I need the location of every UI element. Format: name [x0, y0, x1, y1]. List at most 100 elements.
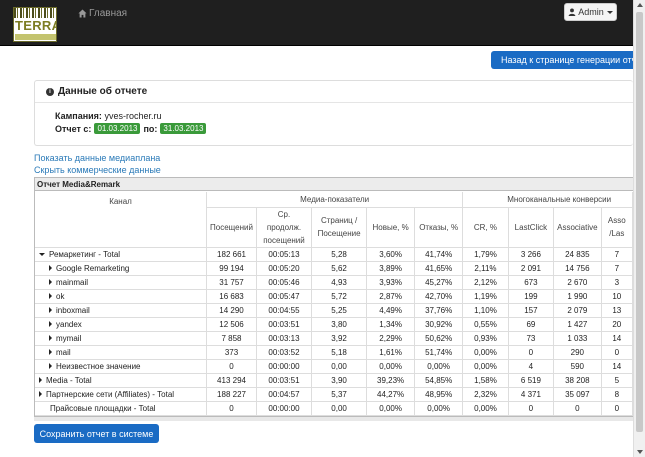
col-assoc-lastclick[interactable]: Asso /Las [601, 207, 633, 248]
table-row[interactable]: mymail 7 858 00:03:13 3,92 2,29% 50,62% 0,93% 7… [35, 331, 633, 346]
table-cell: 673 [508, 275, 555, 290]
table-cell: 14 [601, 359, 633, 374]
back-to-report-generation-button[interactable]: Назад к странице генерации отчета [491, 51, 633, 69]
col-new-percent[interactable]: Новые, % [366, 207, 416, 248]
vertical-scrollbar[interactable] [633, 0, 645, 457]
channel-cell[interactable]: yandex [35, 317, 208, 332]
date-from-badge: 01.03.2013 [94, 123, 141, 134]
channel-label: Неизвестное значение [56, 361, 141, 371]
table-cell: 0,93% [462, 331, 509, 346]
table-row[interactable]: inboxmail 14 290 00:04:55 5,25 4,49% 37,76% 1,… [35, 303, 633, 318]
scroll-thumb[interactable] [636, 12, 643, 432]
table-row[interactable]: Прайсовые площадки - Total 0 00:00:00 0,00 0… [35, 401, 633, 416]
expand-triangle-icon[interactable] [49, 279, 52, 286]
channel-label: Google Remarketing [56, 263, 130, 273]
terra-logo[interactable]: TERRA [13, 7, 57, 42]
channel-cell[interactable]: mymail [35, 331, 208, 346]
table-cell: 42,70% [414, 289, 464, 304]
save-report-button[interactable]: Сохранить отчет в системе [34, 424, 159, 443]
date-to-badge: 31.03.2013 [160, 123, 207, 134]
table-cell: 0,00% [414, 401, 464, 416]
table-cell: 4,93 [311, 275, 368, 290]
table-cell: 5,28 [311, 247, 368, 262]
table-row[interactable]: ok 16 683 00:05:47 5,72 2,87% 42,70% 1,19% 199 1… [35, 289, 633, 304]
col-bounce-percent[interactable]: Отказы, % [414, 207, 464, 248]
table-row[interactable]: Google Remarketing 99 194 00:05:20 5,62 3,89… [35, 261, 633, 276]
channel-cell[interactable]: Партнерские сети (Affiliates) - Total [35, 387, 208, 402]
expand-triangle-icon[interactable] [49, 349, 52, 356]
channel-cell[interactable]: Прайсовые площадки - Total [35, 401, 208, 416]
channel-label: mymail [56, 333, 82, 343]
table-cell: 1,58% [462, 373, 509, 388]
col-visits[interactable]: Посещений [206, 207, 257, 248]
table-cell: 2,11% [462, 261, 509, 276]
table-row[interactable]: Неизвестное значение 0 00:00:00 0,00 0,00% 0,… [35, 359, 633, 374]
table-cell: 1 033 [553, 331, 602, 346]
table-cell: 157 [508, 303, 555, 318]
channel-label: Media - Total [46, 375, 92, 385]
table-cell: 00:03:13 [256, 331, 312, 346]
table-cell: 5,72 [311, 289, 368, 304]
table-cell: 45,27% [414, 275, 464, 290]
show-mediaplan-link[interactable]: Показать данные медиаплана [34, 153, 160, 163]
expand-triangle-icon[interactable] [39, 377, 42, 384]
table-cell: 00:03:51 [256, 373, 312, 388]
collapse-triangle-icon[interactable] [39, 252, 45, 256]
table-row[interactable]: yandex 12 506 00:03:51 3,80 1,34% 30,92% 0,55%… [35, 317, 633, 332]
top-navbar: TERRA Главная Admin [0, 0, 633, 46]
channel-cell[interactable]: Неизвестное значение [35, 359, 208, 374]
table-cell: 00:03:52 [256, 345, 312, 360]
horizontal-scrollbar[interactable] [34, 417, 633, 421]
admin-menu-button[interactable]: Admin [564, 3, 617, 21]
expand-triangle-icon[interactable] [39, 391, 42, 398]
col-lastclick[interactable]: LastClick [508, 207, 555, 248]
media-report-table: Канал Медиа-показатели Многоканальные ко… [35, 192, 633, 416]
table-cell: 48,95% [414, 387, 464, 402]
table-row[interactable]: mainmail 31 757 00:05:46 4,93 3,93% 45,27% 2,1… [35, 275, 633, 290]
table-cell: 2 670 [553, 275, 602, 290]
channel-cell[interactable]: mainmail [35, 275, 208, 290]
expand-triangle-icon[interactable] [49, 321, 52, 328]
table-cell: 0 [508, 401, 555, 416]
table-cell: 14 [601, 331, 633, 346]
col-associative[interactable]: Associative [553, 207, 602, 248]
chevron-down-icon [606, 10, 613, 14]
channel-label: yandex [56, 319, 82, 329]
table-row[interactable]: Партнерские сети (Affiliates) - Total 188… [35, 387, 633, 402]
expand-triangle-icon[interactable] [49, 363, 52, 370]
hide-commercial-link[interactable]: Скрыть коммерческие данные [34, 165, 161, 175]
col-cr-percent[interactable]: CR, % [462, 207, 509, 248]
table-row[interactable]: Media - Total 413 294 00:03:51 3,90 39,23% 54… [35, 373, 633, 388]
channel-cell[interactable]: Google Remarketing [35, 261, 208, 276]
multichannel-header: Многоканальные конверсии [462, 192, 633, 208]
table-cell: 0 [601, 345, 633, 360]
col-avg-duration[interactable]: Ср. продолж. посещений [256, 207, 312, 248]
table-row[interactable]: mail 373 00:03:52 5,18 1,61% 51,74% 0,00% 0 290 0 [35, 345, 633, 360]
scroll-down-arrow-icon[interactable] [637, 450, 643, 454]
table-cell: 0 [553, 401, 602, 416]
channel-cell[interactable]: inboxmail [35, 303, 208, 318]
table-cell: 16 683 [206, 289, 257, 304]
channel-cell[interactable]: mail [35, 345, 208, 360]
table-cell: 00:00:00 [256, 401, 312, 416]
expand-triangle-icon[interactable] [49, 293, 52, 300]
table-row[interactable]: Ремаркетинг - Total 182 661 00:05:13 5,28 3,… [35, 247, 633, 262]
expand-triangle-icon[interactable] [49, 335, 52, 342]
table-cell: 00:05:47 [256, 289, 312, 304]
channel-cell[interactable]: ok [35, 289, 208, 304]
table-cell: 54,85% [414, 373, 464, 388]
table-cell: 0 [601, 401, 633, 416]
expand-triangle-icon[interactable] [49, 307, 52, 314]
channel-label: Ремаркетинг - Total [49, 249, 121, 259]
logo-barcode [14, 8, 56, 18]
channel-cell[interactable]: Media - Total [35, 373, 208, 388]
expand-triangle-icon[interactable] [49, 265, 52, 272]
nav-home-link[interactable]: Главная [78, 8, 127, 19]
table-cell: 0,00% [366, 359, 416, 374]
channel-cell[interactable]: Ремаркетинг - Total [35, 247, 208, 262]
col-pages-per-visit[interactable]: Страниц /Посещение [311, 207, 368, 248]
table-cell: 2 079 [553, 303, 602, 318]
table-cell: 0,00 [311, 359, 368, 374]
media-report-panel: Отчет Media&Remark Канал Медиа-показател… [34, 177, 633, 417]
scroll-up-arrow-icon[interactable] [637, 3, 643, 7]
